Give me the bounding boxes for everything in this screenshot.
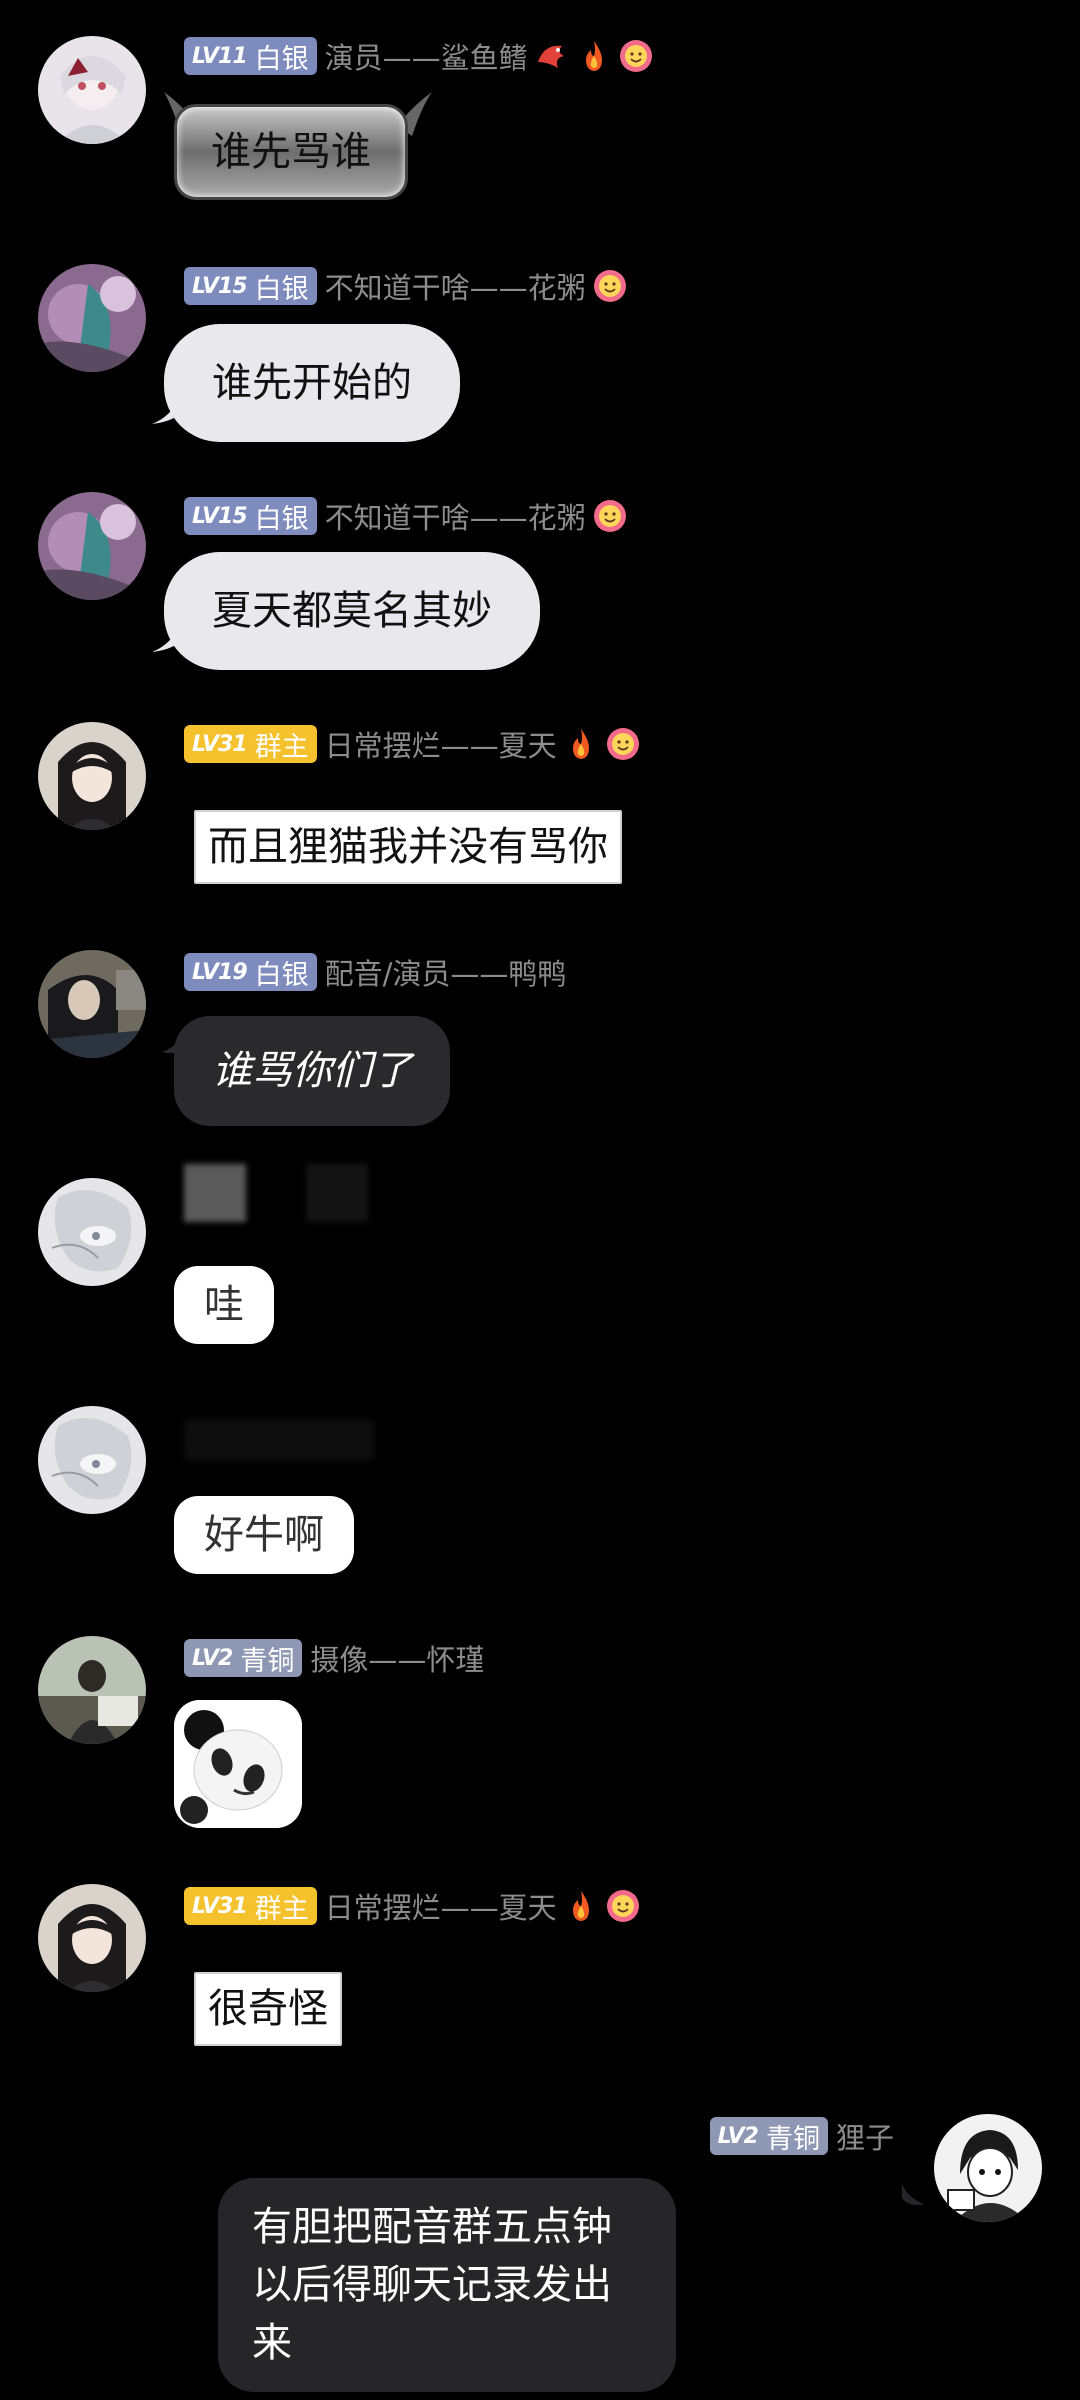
sender-name: 演员——鲨鱼鳍 xyxy=(324,41,528,75)
rank-text: 群主 xyxy=(254,731,309,763)
flower-face-icon xyxy=(619,40,652,72)
avatar[interactable] xyxy=(38,1636,146,1744)
message-bubble[interactable]: 谁骂你们了 xyxy=(174,1016,450,1126)
message-text: 而且狸猫我并没有骂你 xyxy=(208,824,608,870)
rank-text: 群主 xyxy=(254,1893,309,1925)
avatar[interactable] xyxy=(38,1406,146,1514)
panda-meme-sticker[interactable] xyxy=(174,1700,302,1828)
redacted-name-block xyxy=(184,1164,246,1222)
message-bubble[interactable]: 哇 xyxy=(174,1266,274,1344)
sender-meta: LV2 青铜 摄像——怀瑾 xyxy=(184,1638,484,1678)
message-bubble[interactable]: 有胆把配音群五点钟以后得聊天记录发出来 xyxy=(218,2178,676,2392)
sender-meta: LV15 白银 不知道干啥——花粥 xyxy=(184,266,628,306)
level-badge: LV2 青铜 xyxy=(184,1639,303,1677)
level-text: LV15 xyxy=(192,503,248,529)
rank-text: 白银 xyxy=(254,503,309,535)
sender-name: 狸子 xyxy=(835,2121,894,2155)
message-text: 有胆把配音群五点钟以后得聊天记录发出来 xyxy=(252,2204,612,2366)
message-text: 谁骂你们了 xyxy=(212,1048,412,1094)
self-avatar[interactable] xyxy=(934,2114,1042,2222)
fire-icon xyxy=(585,41,602,71)
sender-name: 不知道干啥——花粥 xyxy=(324,501,586,535)
flower-face-icon xyxy=(606,728,639,760)
fire-icon xyxy=(572,1891,589,1921)
message-bubble[interactable]: 谁先骂谁 xyxy=(174,104,408,200)
sender-meta: LV2 青铜 狸子 xyxy=(709,2116,894,2156)
level-badge: LV31 群主 xyxy=(184,725,317,763)
message-bubble[interactable]: 而且狸猫我并没有骂你 xyxy=(194,810,622,884)
sender-meta: LV19 白银 配音/演员——鸭鸭 xyxy=(184,952,566,992)
message-bubble[interactable]: 很奇怪 xyxy=(194,1972,342,2046)
rank-text: 青铜 xyxy=(240,1645,295,1677)
level-text: LV31 xyxy=(192,731,248,757)
level-text: LV19 xyxy=(192,959,248,985)
sender-meta: LV15 白银 不知道干啥——花粥 xyxy=(184,496,628,536)
message-text: 谁先开始的 xyxy=(212,360,412,406)
level-text: LV11 xyxy=(192,43,248,69)
level-text: LV2 xyxy=(192,1645,233,1671)
sender-name: 日常摆烂——夏天 xyxy=(324,729,557,763)
level-badge: LV2 青铜 xyxy=(709,2117,828,2155)
level-text: LV31 xyxy=(192,1893,248,1919)
bubble-tail xyxy=(902,2184,924,2206)
level-badge: LV11 白银 xyxy=(184,37,317,75)
avatar[interactable] xyxy=(38,950,146,1058)
avatar[interactable] xyxy=(38,722,146,830)
sender-name: 摄像——怀瑾 xyxy=(310,1643,485,1677)
sender-meta: LV11 白银 演员——鲨鱼鳍 xyxy=(184,36,654,76)
flower-face-icon xyxy=(593,270,626,302)
level-text: LV2 xyxy=(717,2123,759,2149)
rank-text: 白银 xyxy=(254,43,309,75)
message-bubble[interactable]: 夏天都莫名其妙 xyxy=(164,552,540,670)
rank-text: 白银 xyxy=(254,273,309,305)
message-text: 好牛啊 xyxy=(204,1512,324,1558)
level-badge: LV15 白银 xyxy=(184,267,317,305)
level-badge: LV31 群主 xyxy=(184,1887,317,1925)
message-bubble[interactable]: 好牛啊 xyxy=(174,1496,354,1574)
redacted-name-block xyxy=(184,1420,374,1460)
avatar[interactable] xyxy=(38,1178,146,1286)
flower-face-icon xyxy=(593,500,626,532)
dragon-icon xyxy=(537,45,564,68)
fire-icon xyxy=(572,729,589,759)
redacted-name-block xyxy=(306,1164,368,1222)
level-text: LV15 xyxy=(192,273,248,299)
sender-meta: LV31 群主 日常摆烂——夏天 xyxy=(184,724,641,764)
avatar[interactable] xyxy=(38,36,146,144)
rank-text: 青铜 xyxy=(765,2123,820,2155)
avatar[interactable] xyxy=(38,264,146,372)
message-text: 很奇怪 xyxy=(208,1986,328,2032)
message-text: 夏天都莫名其妙 xyxy=(212,588,492,634)
sender-name: 配音/演员——鸭鸭 xyxy=(324,957,567,991)
avatar[interactable] xyxy=(38,492,146,600)
level-badge: LV19 白银 xyxy=(184,953,317,991)
message-text: 谁先骂谁 xyxy=(211,129,371,175)
rank-text: 白银 xyxy=(254,959,309,991)
avatar[interactable] xyxy=(38,1884,146,1992)
level-badge: LV15 白银 xyxy=(184,497,317,535)
flower-face-icon xyxy=(606,1890,639,1922)
message-bubble[interactable]: 谁先开始的 xyxy=(164,324,460,442)
message-text: 哇 xyxy=(204,1282,244,1328)
sender-name: 日常摆烂——夏天 xyxy=(324,1891,557,1925)
sender-meta: LV31 群主 日常摆烂——夏天 xyxy=(184,1886,641,1926)
sender-name: 不知道干啥——花粥 xyxy=(324,271,586,305)
